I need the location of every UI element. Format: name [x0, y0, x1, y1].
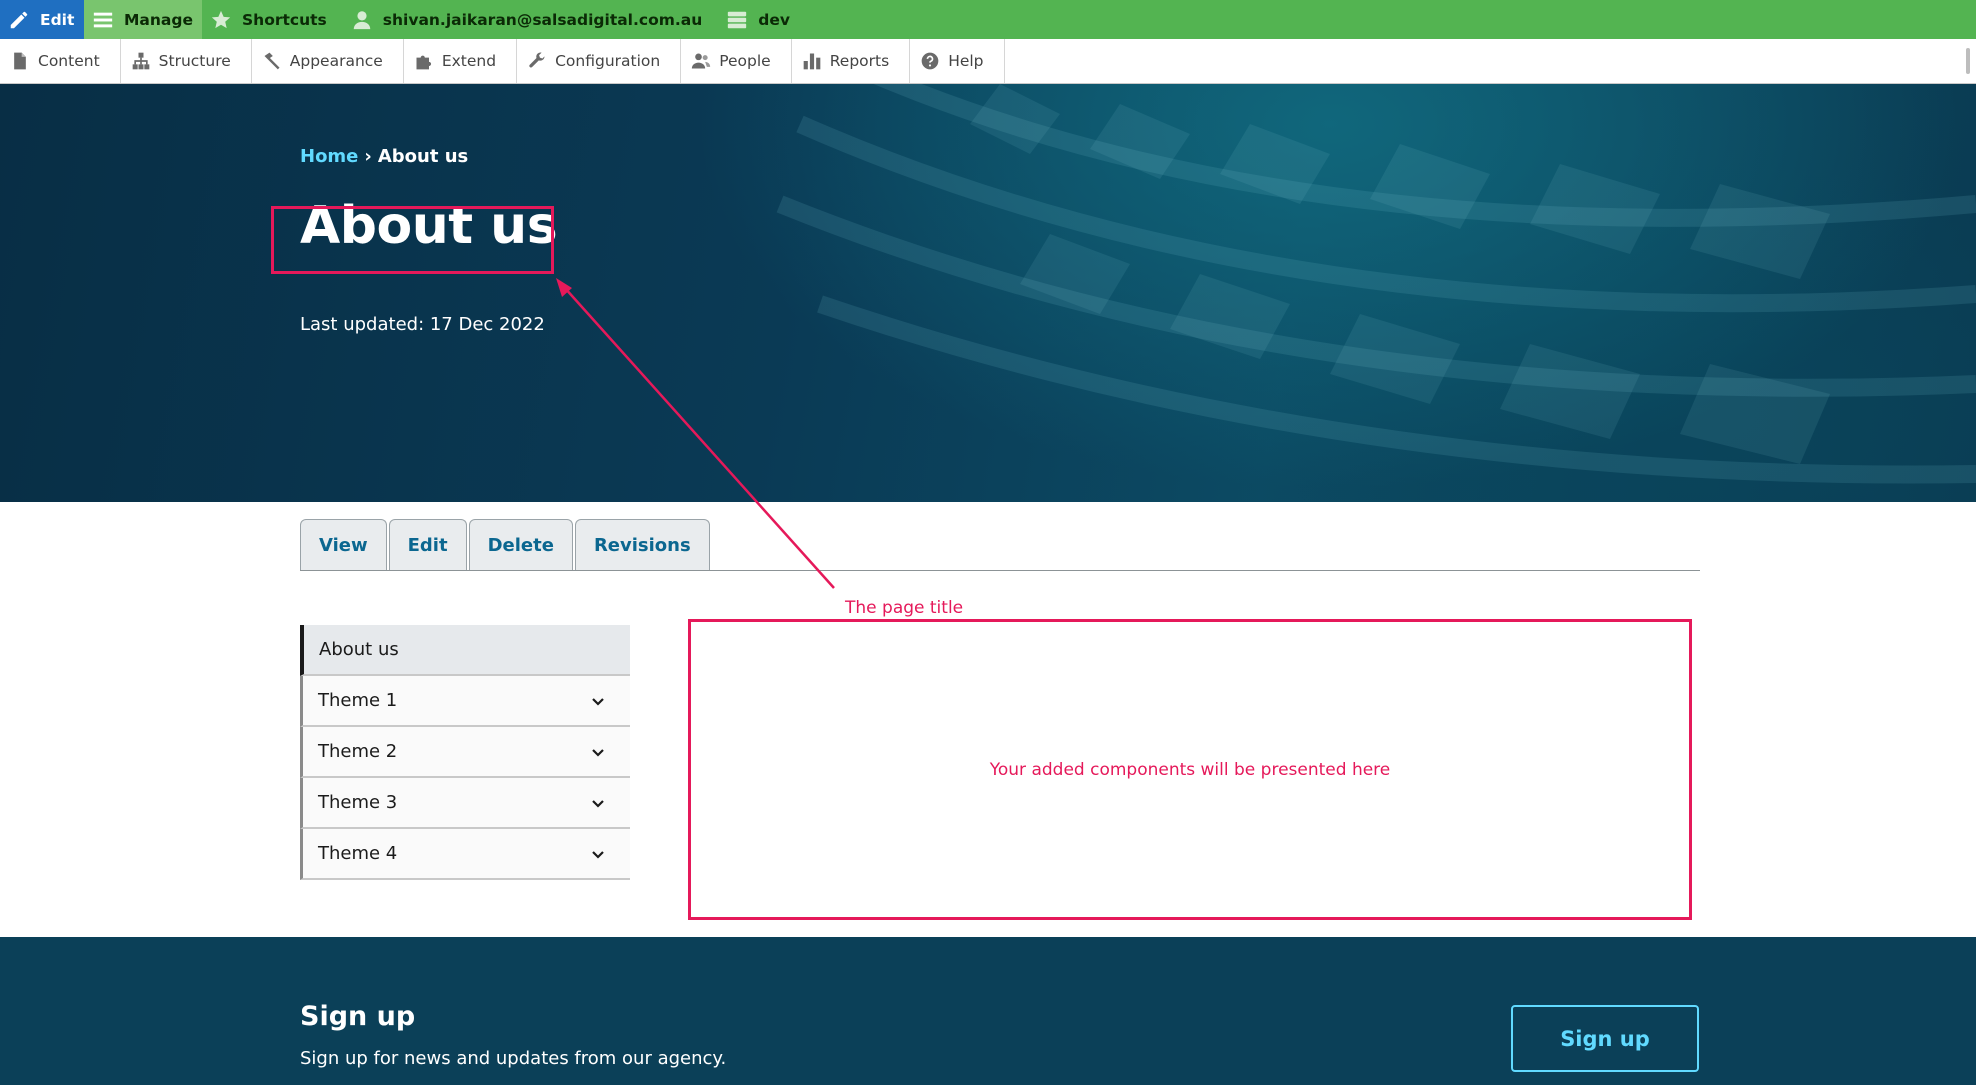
manage-label: Manage	[124, 10, 193, 29]
sidebar-item-label: Theme 1	[318, 690, 398, 711]
user-label: shivan.jaikaran@salsadigital.com.au	[382, 10, 703, 29]
chevron-down-icon[interactable]	[590, 795, 606, 811]
environment-indicator[interactable]: dev	[718, 0, 806, 39]
sidebar-item-label: Theme 2	[318, 741, 398, 762]
annotation-title-label: The page title	[845, 598, 964, 618]
admin-menu-label: Reports	[829, 52, 890, 70]
server-icon	[728, 11, 747, 28]
sidebar-item-label: About us	[319, 639, 399, 660]
wrench-icon	[529, 52, 545, 68]
chevron-down-icon[interactable]	[590, 693, 606, 709]
signup-title: Sign up	[300, 1001, 416, 1032]
help-icon	[921, 52, 939, 70]
bar-chart-icon	[803, 53, 821, 70]
annotation-title-highlight	[271, 206, 554, 274]
signup-description: Sign up for news and updates from our ag…	[300, 1048, 727, 1069]
admin-menu-label: Help	[948, 52, 984, 70]
annotation-content-area: Your added components will be presented …	[688, 619, 1692, 920]
breadcrumb: Home › About us	[300, 146, 468, 167]
admin-menu-appearance[interactable]: Appearance	[252, 39, 404, 83]
sidebar-item-about-us[interactable]: About us	[300, 625, 630, 676]
pencil-icon	[10, 11, 28, 28]
tab-edit[interactable]: Edit	[388, 519, 467, 571]
manage-button[interactable]: Manage	[84, 0, 202, 39]
puzzle-icon	[416, 55, 431, 70]
people-icon	[692, 53, 711, 69]
tray-resize-handle[interactable]	[1966, 48, 1970, 74]
admin-menu-label: Configuration	[555, 52, 661, 70]
shortcuts-button[interactable]: Shortcuts	[202, 0, 343, 39]
sidebar-item-label: Theme 3	[318, 792, 398, 813]
hero-banner: Home › About us About us Last updated: 1…	[0, 84, 1976, 502]
sidebar-item-theme-3[interactable]: Theme 3	[300, 778, 630, 829]
admin-menu-label: Content	[38, 52, 100, 70]
admin-menu-label: Extend	[441, 52, 497, 70]
sidebar-item-theme-1[interactable]: Theme 1	[300, 676, 630, 727]
admin-menu-label: People	[719, 52, 771, 70]
tab-delete[interactable]: Delete	[468, 519, 573, 571]
admin-menu-reports[interactable]: Reports	[792, 39, 911, 83]
edit-mode-label: Edit	[40, 10, 75, 29]
tab-revisions[interactable]: Revisions	[574, 519, 710, 571]
hamburger-icon	[93, 12, 113, 27]
hero-background-pattern	[776, 84, 1976, 484]
admin-menu-tray: Content Structure Appearance Extend Conf…	[0, 39, 1976, 84]
admin-menu-label: Appearance	[289, 52, 383, 70]
admin-menu-configuration[interactable]: Configuration	[517, 39, 682, 83]
brush-icon	[264, 52, 280, 70]
tabs-divider	[300, 570, 1700, 571]
breadcrumb-current: About us	[377, 146, 469, 167]
local-tasks-tabs: View Edit Delete Revisions	[300, 519, 710, 571]
sidebar-item-label: Theme 4	[318, 843, 398, 864]
shortcuts-label: Shortcuts	[242, 10, 327, 29]
breadcrumb-home-link[interactable]: Home	[300, 146, 358, 167]
chevron-down-icon[interactable]	[590, 744, 606, 760]
sidebar-item-theme-4[interactable]: Theme 4	[300, 829, 630, 880]
admin-menu-structure[interactable]: Structure	[121, 39, 252, 83]
annotation-content-label: Your added components will be presented …	[989, 759, 1391, 780]
admin-menu-help[interactable]: Help	[910, 39, 1005, 83]
signup-button[interactable]: Sign up	[1511, 1005, 1699, 1072]
environment-label: dev	[758, 10, 790, 29]
page-icon	[14, 52, 26, 70]
breadcrumb-separator: ›	[364, 146, 372, 167]
hierarchy-icon	[132, 52, 149, 70]
signup-footer: Sign up Sign up for news and updates fro…	[0, 937, 1976, 1085]
user-icon	[353, 10, 371, 29]
last-updated: Last updated: 17 Dec 2022	[300, 314, 545, 335]
tab-view[interactable]: View	[300, 519, 387, 571]
admin-menu-label: Structure	[158, 52, 231, 70]
admin-toolbar: Edit Manage Shortcuts shivan.jaikaran@sa…	[0, 0, 1976, 39]
edit-mode-button[interactable]: Edit	[0, 0, 84, 39]
admin-menu-content[interactable]: Content	[0, 39, 121, 83]
user-menu-button[interactable]: shivan.jaikaran@salsadigital.com.au	[343, 0, 719, 39]
chevron-down-icon[interactable]	[590, 846, 606, 862]
sidebar-menu: About us Theme 1 Theme 2 Theme 3 Theme 4	[300, 625, 630, 880]
admin-menu-extend[interactable]: Extend	[404, 39, 518, 83]
sidebar-item-theme-2[interactable]: Theme 2	[300, 727, 630, 778]
admin-menu-people[interactable]: People	[681, 39, 792, 83]
star-icon	[211, 10, 231, 28]
